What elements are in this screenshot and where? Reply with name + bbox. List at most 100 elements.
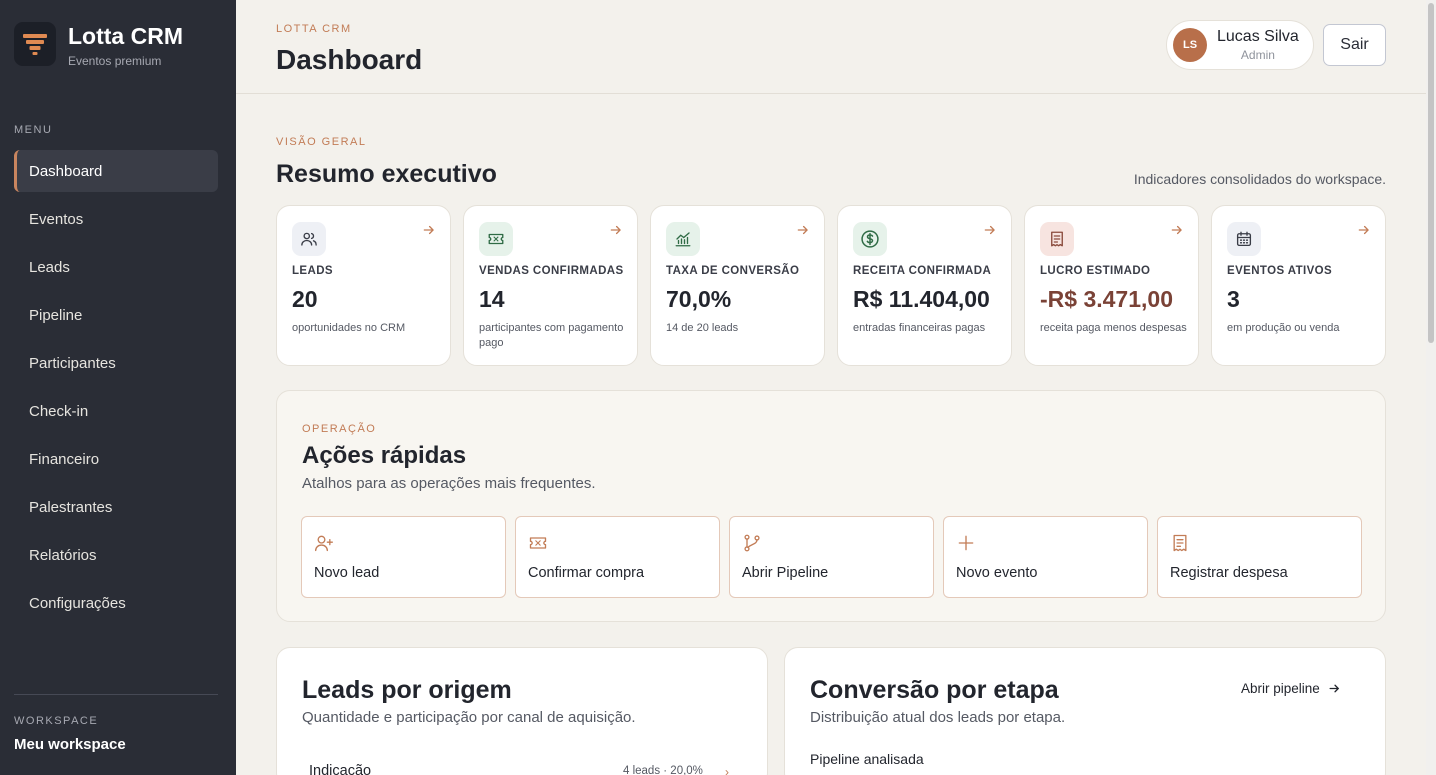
open-pipeline-link[interactable]: Abrir pipeline (1241, 681, 1341, 696)
sidebar: Lotta CRM Eventos premium MENU Dashboard… (0, 0, 236, 775)
new-event-button[interactable]: Novo evento (943, 516, 1148, 598)
quick-actions-title: Ações rápidas (302, 442, 467, 469)
sidebar-item-financeiro[interactable]: Financeiro (14, 438, 218, 480)
pipeline-label: Pipeline analisada (810, 751, 924, 767)
stage-conversion-subtitle: Distribuição atual dos leads por etapa. (810, 709, 1066, 726)
sidebar-item-check-in[interactable]: Check-in (14, 390, 218, 432)
quick-action-label: Confirmar compra (528, 565, 645, 581)
kpi-description: 14 de 20 leads (666, 322, 739, 334)
kpi-card-eventos[interactable]: EVENTOS ATIVOS 3 em produção ou venda (1211, 205, 1386, 366)
sidebar-item-leads[interactable]: Leads (14, 246, 218, 288)
arrow-right-icon (1357, 223, 1371, 242)
kpi-label: LEADS (292, 265, 333, 277)
ticket-icon (479, 222, 513, 256)
menu-label: MENU (14, 124, 53, 136)
kpi-value: 20 (292, 286, 318, 312)
kpi-card-vendas[interactable]: VENDAS CONFIRMADAS 14 participantes com … (463, 205, 638, 366)
app-name: Lotta CRM (68, 23, 183, 49)
git-branch-icon (742, 533, 762, 558)
user-name: Lucas Silva (1217, 28, 1299, 45)
leads-origin-title: Leads por origem (302, 676, 512, 704)
avatar: LS (1173, 28, 1207, 62)
receipt-icon (1170, 533, 1190, 558)
origin-row-meta: 4 leads · 20,0% (623, 765, 703, 775)
page-header: LOTTA CRM Dashboard LS Lucas Silva Admin… (236, 0, 1426, 94)
dollar-icon (853, 222, 887, 256)
arrow-right-icon (609, 223, 623, 242)
kpi-card-lucro[interactable]: LUCRO ESTIMADO -R$ 3.471,00 receita paga… (1024, 205, 1199, 366)
kpi-value: 14 (479, 286, 505, 312)
arrow-right-icon (983, 223, 997, 242)
receipt-icon (1040, 222, 1074, 256)
chart-up-icon (666, 222, 700, 256)
app-tagline: Eventos premium (68, 54, 162, 68)
kpi-description: receita paga menos despesas (1040, 322, 1187, 334)
workspace-label: WORKSPACE (14, 715, 99, 727)
quick-action-label: Registrar despesa (1170, 565, 1288, 581)
user-role: Admin (1240, 48, 1275, 62)
plus-icon (956, 533, 976, 558)
overview-note: Indicadores consolidados do workspace. (1133, 171, 1386, 187)
scrollbar-thumb[interactable] (1428, 3, 1434, 343)
kpi-label: LUCRO ESTIMADO (1040, 265, 1151, 277)
open-pipeline-button[interactable]: Abrir Pipeline (729, 516, 934, 598)
arrow-right-icon (1329, 684, 1340, 693)
sidebar-item-eventos[interactable]: Eventos (14, 198, 218, 240)
quick-action-label: Abrir Pipeline (742, 565, 829, 581)
brand[interactable]: Lotta CRM Eventos premium (14, 22, 183, 68)
kpi-label: EVENTOS ATIVOS (1227, 265, 1333, 277)
confirm-purchase-button[interactable]: Confirmar compra (515, 516, 720, 598)
lotta-logo-icon (14, 22, 56, 66)
workspace-name[interactable]: Meu workspace (14, 736, 126, 753)
kpi-value: R$ 11.404,00 (853, 286, 990, 312)
leads-origin-card: Leads por origem Quantidade e participaç… (276, 647, 768, 775)
overview-eyebrow: VISÃO GERAL (276, 136, 367, 148)
overview-title: Resumo executivo (276, 160, 497, 188)
kpi-description: oportunidades no CRM (292, 322, 406, 334)
calendar-icon (1227, 222, 1261, 256)
sidebar-nav: Dashboard Eventos Leads Pipeline Partici… (14, 150, 218, 630)
page-scrollbar[interactable] (1426, 0, 1436, 775)
ticket-icon (528, 533, 548, 558)
stage-conversion-title: Conversão por etapa (810, 676, 1059, 704)
arrow-right-icon (796, 223, 810, 242)
sidebar-item-pipeline[interactable]: Pipeline (14, 294, 218, 336)
kpi-description: participantes com pagamento pago (479, 322, 624, 349)
kpi-value: 70,0% (666, 286, 732, 312)
quick-actions-eyebrow: OPERAÇÃO (302, 423, 377, 435)
kpi-label: RECEITA CONFIRMADA (853, 265, 992, 277)
quick-action-label: Novo lead (314, 565, 380, 581)
kpi-card-leads[interactable]: LEADS 20 oportunidades no CRM (276, 205, 451, 366)
arrow-right-icon (422, 223, 436, 242)
quick-action-label: Novo evento (956, 565, 1038, 581)
header-eyebrow: LOTTA CRM (276, 23, 352, 35)
origin-row-label[interactable]: Indicação (309, 763, 371, 775)
user-plus-icon (314, 533, 334, 558)
open-pipeline-link-label: Abrir pipeline (1241, 681, 1320, 696)
kpi-value: -R$ 3.471,00 (1040, 286, 1173, 312)
kpi-label: VENDAS CONFIRMADAS (479, 265, 624, 277)
chevron-right-icon: › (725, 765, 729, 775)
sidebar-item-relatorios[interactable]: Relatórios (14, 534, 218, 576)
kpi-value: 3 (1227, 286, 1240, 312)
arrow-right-icon (1170, 223, 1184, 242)
new-lead-button[interactable]: Novo lead (301, 516, 506, 598)
sidebar-item-dashboard[interactable]: Dashboard (14, 150, 218, 192)
sidebar-divider (14, 694, 218, 695)
kpi-description: em produção ou venda (1227, 322, 1340, 334)
sidebar-item-palestrantes[interactable]: Palestrantes (14, 486, 218, 528)
sidebar-item-configuracoes[interactable]: Configurações (14, 582, 218, 624)
logout-button[interactable]: Sair (1323, 24, 1386, 66)
stage-conversion-card: Conversão por etapa Distribuição atual d… (784, 647, 1386, 775)
register-expense-button[interactable]: Registrar despesa (1157, 516, 1362, 598)
quick-actions-subtitle: Atalhos para as operações mais frequente… (302, 475, 596, 492)
leads-origin-subtitle: Quantidade e participação por canal de a… (302, 709, 636, 726)
quick-actions-card: OPERAÇÃO Ações rápidas Atalhos para as o… (276, 390, 1386, 622)
users-icon (292, 222, 326, 256)
page-title: Dashboard (276, 44, 423, 75)
kpi-card-receita[interactable]: RECEITA CONFIRMADA R$ 11.404,00 entradas… (837, 205, 1012, 366)
kpi-label: TAXA DE CONVERSÃO (666, 265, 800, 277)
user-menu[interactable]: LS Lucas Silva Admin (1166, 20, 1314, 70)
sidebar-item-participantes[interactable]: Participantes (14, 342, 218, 384)
kpi-card-conversao[interactable]: TAXA DE CONVERSÃO 70,0% 14 de 20 leads (650, 205, 825, 366)
